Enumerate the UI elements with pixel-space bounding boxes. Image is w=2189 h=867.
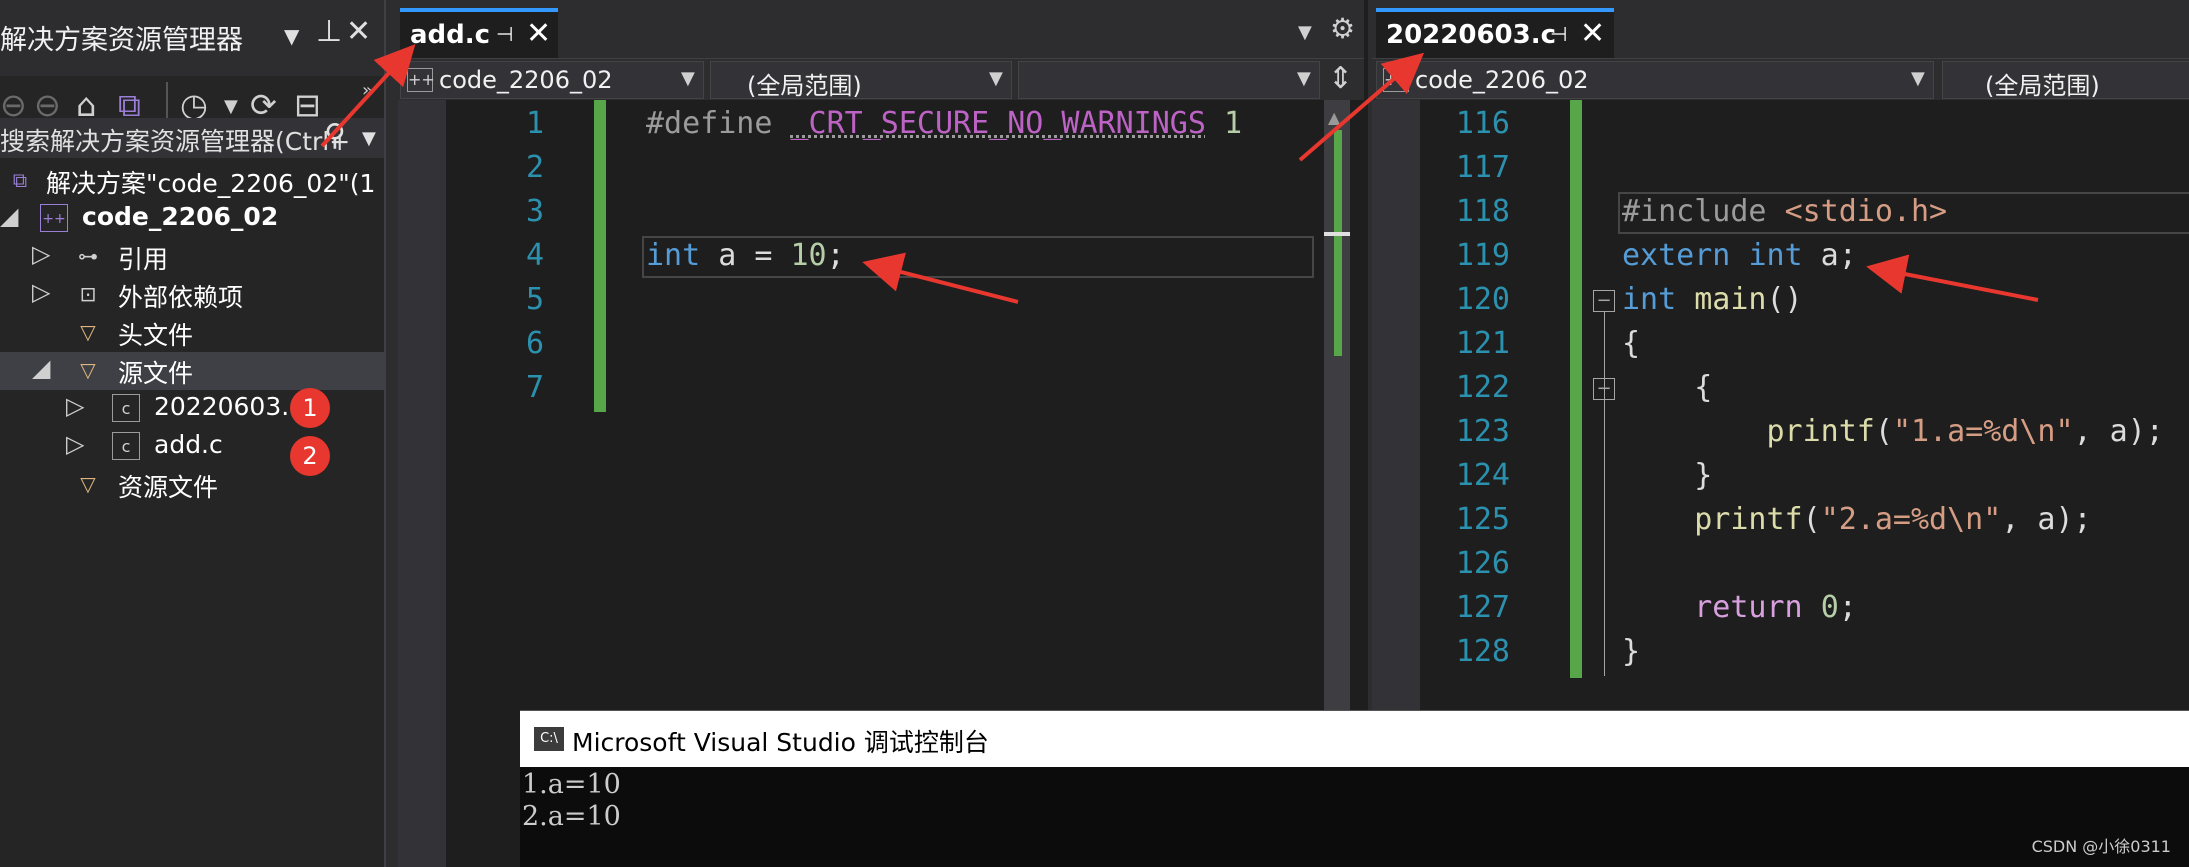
arrow-to-extern-declaration — [1866, 254, 2039, 302]
annotation-arrows-overlay — [320, 44, 2039, 304]
arrow-to-int-a-definition — [862, 252, 1019, 304]
arrow-to-add-c-tab — [320, 44, 416, 148]
arrow-to-20220603-tab — [1298, 52, 1425, 162]
